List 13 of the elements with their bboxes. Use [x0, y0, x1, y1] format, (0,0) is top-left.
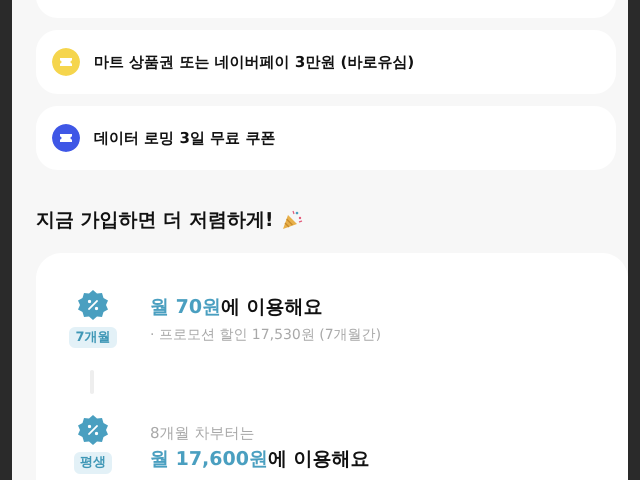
- step-caption: 8개월 차부터는: [150, 423, 256, 444]
- discount-badge-icon: [77, 414, 109, 446]
- discount-badge-icon: [77, 288, 109, 320]
- benefit-text: 마트 상품권 또는 네이버페이 3만원 (바로유심): [94, 52, 414, 73]
- price-line: 월 17,600원에 이용해요: [150, 446, 370, 472]
- ticket-icon: [52, 124, 80, 152]
- benefit-text: 데이터 로밍 3일 무료 쿠폰: [94, 128, 276, 149]
- discount-note: · 프로모션 할인 17,530원 (7개월간): [150, 326, 382, 345]
- promo-heading: 지금 가입하면 더 저렴하게!: [36, 208, 274, 233]
- period-tag: 7개월: [69, 326, 117, 348]
- price-line: 월 70원에 이용해요: [150, 294, 324, 320]
- ticket-icon: [52, 48, 80, 76]
- period-tag: 평생: [74, 452, 112, 474]
